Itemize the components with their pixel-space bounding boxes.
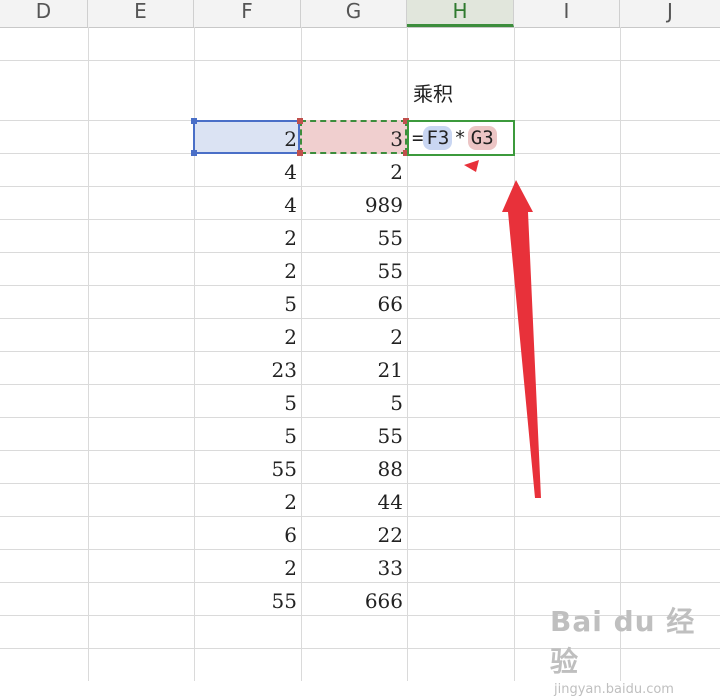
annotation-overlay — [464, 160, 541, 498]
large-red-arrow-icon — [502, 180, 541, 498]
baidu-watermark: Bai du 经验 jingyan.baidu.com — [550, 600, 710, 697]
watermark-brand: Bai du 经验 — [550, 605, 696, 678]
watermark-url: jingyan.baidu.com — [554, 682, 674, 697]
small-pointer-arrow-icon — [464, 160, 479, 172]
